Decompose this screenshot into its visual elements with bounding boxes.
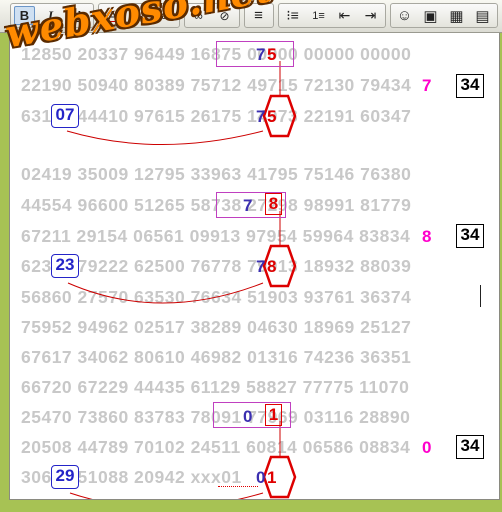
media-button[interactable]: ▦	[446, 6, 467, 25]
highlight-digit: 0	[256, 468, 266, 487]
numbered-list-icon: 1≡	[312, 9, 325, 22]
bullet-list-button[interactable]: ⁝≡	[282, 6, 303, 25]
result-box: 23	[51, 254, 79, 278]
highlight-digit: 8	[265, 193, 282, 215]
highlight-digit: 5	[267, 107, 277, 126]
list-group: ⁝≡ 1≡ ⇤ ⇥	[278, 3, 386, 28]
indent-button[interactable]: ⇥	[360, 6, 381, 25]
spellcheck-underline	[218, 486, 258, 487]
highlight-digit: 8	[422, 227, 432, 246]
image-button[interactable]: ▣	[420, 6, 441, 25]
highlight-frame	[216, 41, 294, 67]
result-box: 34	[456, 224, 484, 248]
highlight-digit: 7	[256, 107, 266, 126]
result-box: 07	[51, 104, 79, 128]
result-box: 34	[456, 74, 484, 98]
editor-content-area[interactable]: 12850 20337 96449 16875 00000 00000 0000…	[9, 33, 500, 500]
outdent-icon: ⇤	[338, 7, 351, 23]
highlight-digit: 7	[256, 45, 266, 64]
bullet-list-icon: ⁝≡	[286, 7, 299, 23]
numbered-list-button[interactable]: 1≡	[308, 6, 329, 25]
highlight-digit: 1	[267, 468, 277, 487]
indent-icon: ⇥	[364, 7, 377, 23]
table-icon: ▤	[475, 7, 490, 25]
connector-lines	[66, 61, 297, 499]
highlight-digit: 0	[422, 438, 432, 457]
media-icon: ▦	[449, 7, 464, 25]
emoticon-button[interactable]: ☺	[394, 6, 415, 25]
highlight-digit: 1	[265, 404, 282, 426]
table-button[interactable]: ▤	[472, 6, 493, 25]
result-box: 34	[456, 435, 484, 459]
highlight-digit: 7	[422, 76, 432, 95]
insert-group: ☺ ▣ ▦ ▤	[390, 3, 498, 28]
highlight-digit: 7	[243, 196, 253, 215]
result-box: 29	[51, 465, 79, 489]
highlight-digit: 7	[256, 257, 266, 276]
highlight-digit: 8	[267, 257, 277, 276]
text-cursor	[480, 285, 481, 307]
image-icon: ▣	[423, 7, 438, 25]
highlight-digit: 0	[243, 407, 253, 426]
outdent-button[interactable]: ⇤	[334, 6, 355, 25]
smiley-icon: ☺	[396, 7, 413, 24]
highlight-digit: 5	[267, 45, 277, 64]
